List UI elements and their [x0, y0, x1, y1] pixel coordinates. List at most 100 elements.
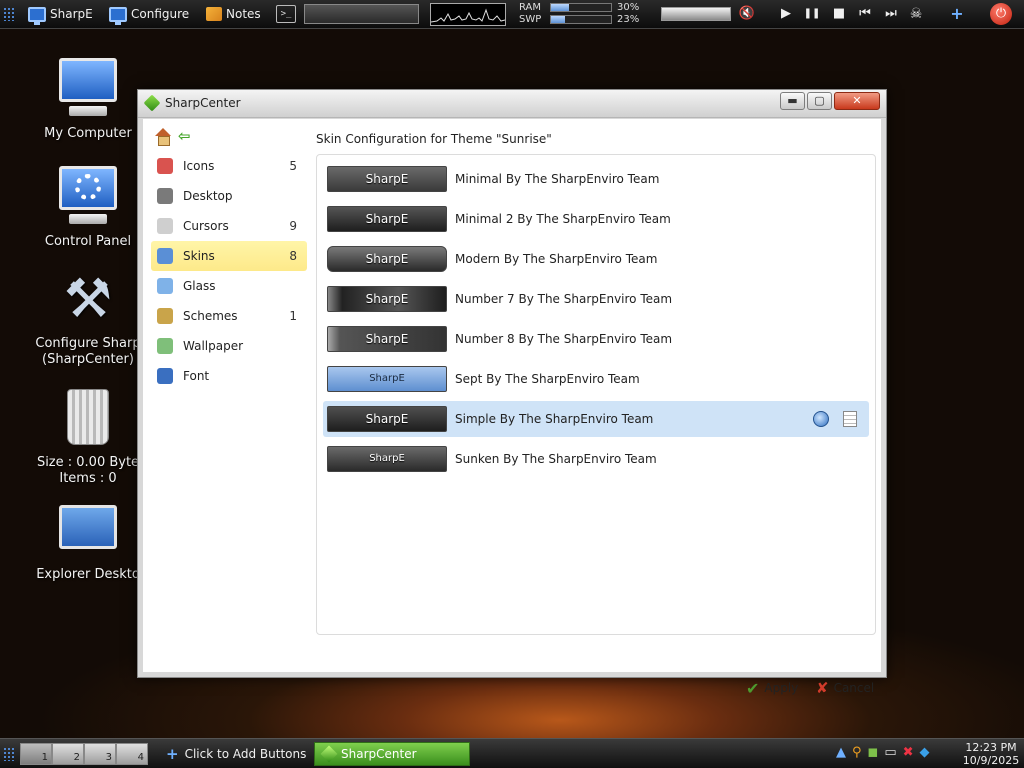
skin-row-number7[interactable]: SharpE Number 7 By The SharpEnviro Team — [323, 281, 869, 317]
grid-icon[interactable] — [3, 7, 15, 21]
sharpcenter-task-icon — [320, 745, 338, 763]
skin-preview: SharpE — [327, 206, 447, 232]
sidebar-item-icons[interactable]: Icons 5 — [151, 151, 307, 181]
command-input[interactable] — [304, 4, 419, 24]
skin-row-simple[interactable]: SharpE Simple By The SharpEnviro Team — [323, 401, 869, 437]
desktop-icon-label: Control Panel — [44, 234, 132, 249]
media-player-icon[interactable]: ☠ — [907, 4, 925, 24]
ram-bar — [550, 3, 612, 12]
bluetooth-icon[interactable]: ◆ — [920, 745, 930, 760]
skin-preview: SharpE — [327, 326, 447, 352]
nvidia-icon[interactable]: ◼ — [868, 745, 879, 760]
globe-icon[interactable] — [813, 411, 829, 427]
sidebar-item-glass[interactable]: Glass — [151, 271, 307, 301]
taskbar-item-sharpcenter[interactable]: SharpCenter — [314, 742, 470, 766]
page-title: Skin Configuration for Theme "Sunrise" — [316, 132, 552, 146]
configure-button[interactable]: Configure — [109, 3, 189, 25]
checkmark-icon: ✔ — [746, 678, 760, 698]
minimize-button[interactable]: ▬ — [780, 92, 805, 110]
skin-preview: SharpE — [327, 166, 447, 192]
font-icon — [157, 368, 173, 384]
window-titlebar[interactable]: SharpCenter ▬ ▢ ✕ — [138, 90, 886, 118]
notes-label: Notes — [226, 7, 261, 21]
skin-name: Sept By The SharpEnviro Team — [455, 372, 640, 386]
skin-list: SharpE Minimal By The SharpEnviro Team Sha… — [316, 154, 876, 635]
window-title: SharpCenter — [165, 96, 241, 110]
clock[interactable]: 12:23 PM 10/9/2025 — [962, 741, 1020, 767]
arrow-up-icon[interactable]: ▲ — [836, 745, 846, 760]
clock-date: 10/9/2025 — [962, 754, 1020, 767]
volume-slider[interactable] — [661, 7, 731, 21]
desktop-icon-label-2: Items : 0 — [59, 471, 117, 486]
skin-preview: SharpE — [327, 246, 447, 272]
clock-time: 12:23 PM — [965, 741, 1017, 754]
skin-row-modern[interactable]: SharpE Modern By The SharpEnviro Team — [323, 241, 869, 277]
desktop-switch-2[interactable]: 2 — [52, 743, 84, 765]
swp-bar — [550, 15, 612, 24]
terminal-icon[interactable]: >_ — [276, 5, 296, 23]
notes-icon — [206, 7, 222, 21]
prev-button[interactable]: ⏮ — [856, 4, 874, 24]
sidebar-item-label: Font — [183, 369, 210, 383]
desktop-icon-label: Explorer Deskto — [36, 567, 140, 582]
document-icon[interactable] — [843, 411, 857, 427]
search-icon[interactable]: ⚲ — [852, 745, 862, 760]
next-button[interactable]: ⏭ — [882, 4, 900, 24]
notes-button[interactable]: Notes — [206, 3, 261, 25]
speaker-muted-icon[interactable]: 🔇 — [738, 4, 756, 24]
skin-name: Number 7 By The SharpEnviro Team — [455, 292, 673, 306]
volume-muted-icon[interactable]: ✖ — [903, 745, 914, 760]
nav-toolbar: ⇦ — [154, 128, 194, 146]
sidebar-item-skins[interactable]: Skins 8 — [151, 241, 307, 271]
brush-icon — [157, 308, 173, 324]
stop-button[interactable]: ■ — [830, 4, 848, 24]
monitor-icon — [28, 6, 46, 25]
swp-label: SWP — [519, 14, 542, 25]
desktop-icon-configure-sharp[interactable]: ⚒ Configure Sharp (SharpCenter) — [23, 266, 153, 368]
sidebar-item-wallpaper[interactable]: Wallpaper — [151, 331, 307, 361]
play-button[interactable]: ▶ — [777, 4, 795, 24]
power-icon[interactable]: ⏻ — [990, 3, 1012, 25]
desktop-icon-recycle-bin[interactable]: Size : 0.00 Byte Items : 0 — [23, 385, 153, 487]
cpu-graph — [430, 3, 506, 26]
sidebar-item-cursors[interactable]: Cursors 9 — [151, 211, 307, 241]
start-grid-icon[interactable] — [3, 747, 15, 761]
recycle-bin-icon — [55, 385, 121, 451]
cancel-button[interactable]: ✘ Cancel — [816, 678, 874, 698]
glass-icon — [157, 278, 173, 294]
sharpe-button[interactable]: SharpE — [28, 3, 93, 25]
home-icon[interactable] — [154, 128, 172, 146]
desktop-switch-4[interactable]: 4 — [116, 743, 148, 765]
ram-bar-fill — [551, 4, 569, 11]
swp-bar-fill — [551, 16, 565, 23]
skin-row-sept[interactable]: SharpE Sept By The SharpEnviro Team — [323, 361, 869, 397]
skin-row-sunken[interactable]: SharpE Sunken By The SharpEnviro Team — [323, 441, 869, 477]
desktop-switch-3[interactable]: 3 — [84, 743, 116, 765]
desktop-icon-control-panel[interactable]: Control Panel — [23, 164, 153, 250]
skin-preview: SharpE — [327, 366, 447, 392]
network-icon[interactable]: ▭ — [884, 745, 896, 760]
sidebar-item-label: Schemes — [183, 309, 238, 323]
add-buttons-button[interactable]: + Click to Add Buttons — [166, 745, 306, 763]
skin-row-minimal[interactable]: SharpE Minimal By The SharpEnviro Team — [323, 161, 869, 197]
back-arrow-icon[interactable]: ⇦ — [178, 128, 194, 144]
desktop-switch-1[interactable]: 1 — [20, 743, 52, 765]
cpu-graph-line — [430, 8, 506, 23]
apply-button[interactable]: ✔ Apply — [746, 678, 798, 698]
pause-button[interactable]: ❚❚ — [803, 4, 821, 24]
ram-percent: 30% — [617, 2, 640, 13]
maximize-button[interactable]: ▢ — [807, 92, 832, 110]
memory-labels: RAM SWP — [519, 2, 541, 26]
skin-row-number8[interactable]: SharpE Number 8 By The SharpEnviro Team — [323, 321, 869, 357]
sidebar-item-desktop[interactable]: Desktop — [151, 181, 307, 211]
add-module-button[interactable]: + — [948, 4, 966, 24]
close-button[interactable]: ✕ — [834, 92, 880, 110]
desktop-icon-explorer-desktop[interactable]: Explorer Deskto — [23, 497, 153, 583]
desktop-icon-my-computer[interactable]: My Computer — [23, 56, 153, 142]
skin-name: Simple By The SharpEnviro Team — [455, 412, 654, 426]
configure-label: Configure — [131, 7, 190, 21]
sidebar-item-font[interactable]: Font — [151, 361, 307, 391]
skin-row-minimal2[interactable]: SharpE Minimal 2 By The SharpEnviro Team — [323, 201, 869, 237]
sidebar-item-schemes[interactable]: Schemes 1 — [151, 301, 307, 331]
control-panel-icon — [55, 164, 121, 230]
